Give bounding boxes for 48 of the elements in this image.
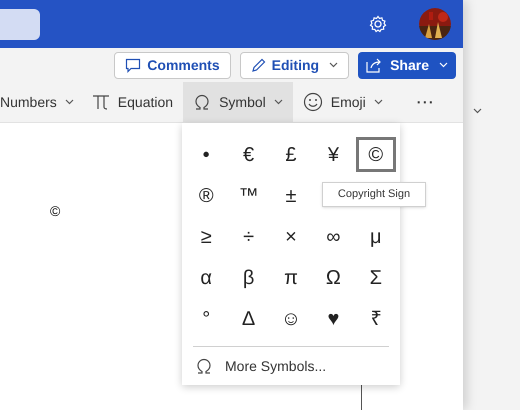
more-options-button[interactable]: ··· xyxy=(406,82,445,122)
pencil-icon xyxy=(250,58,266,72)
smiley-icon xyxy=(302,92,323,112)
symbol-item[interactable]: © xyxy=(356,137,396,172)
ribbon-button[interactable]: Numbers xyxy=(0,82,82,122)
chevron-down-icon xyxy=(439,62,448,68)
tooltip: Copyright Sign xyxy=(322,182,426,207)
comment-icon xyxy=(125,58,142,72)
ribbon-button[interactable]: Equation xyxy=(82,82,184,122)
chevron-down-icon xyxy=(374,99,383,105)
symbol-item[interactable]: ™ xyxy=(228,178,269,213)
settings-icon[interactable] xyxy=(369,15,387,33)
more-symbols-button[interactable]: More Symbols... xyxy=(185,347,397,385)
chevron-down-icon xyxy=(472,108,482,114)
symbol-item[interactable]: π xyxy=(270,260,311,295)
ribbon-button[interactable]: Emoji xyxy=(292,82,393,122)
symbol-item[interactable]: ÷ xyxy=(228,219,269,254)
symbol-item[interactable]: ☺ xyxy=(270,301,311,336)
symbol-item[interactable]: μ xyxy=(356,219,396,254)
comments-button[interactable]: Comments xyxy=(114,52,231,78)
symbol-item[interactable]: £ xyxy=(270,137,311,172)
symbol-item[interactable]: ∞ xyxy=(313,219,354,254)
symbol-item[interactable]: • xyxy=(186,137,226,172)
symbol-item[interactable]: € xyxy=(228,137,269,172)
pi-icon xyxy=(92,94,110,110)
symbol-item[interactable]: β xyxy=(228,260,269,295)
symbol-item[interactable]: ° xyxy=(186,301,226,336)
chevron-down-icon xyxy=(64,99,74,105)
symbol-item[interactable]: ¥ xyxy=(313,137,354,172)
omega-icon xyxy=(193,93,212,111)
share-button[interactable]: Share xyxy=(358,52,456,78)
symbol-item[interactable]: ± xyxy=(270,178,311,213)
editing-button[interactable]: Editing xyxy=(240,52,350,78)
symbol-item[interactable]: Σ xyxy=(356,260,396,295)
omega-icon xyxy=(195,357,213,375)
symbol-item[interactable]: × xyxy=(270,219,311,254)
symbol-item[interactable]: α xyxy=(186,260,226,295)
symbol-item[interactable]: ♥ xyxy=(313,301,354,336)
symbol-item[interactable]: ≥ xyxy=(186,219,226,254)
search-field[interactable] xyxy=(0,8,40,40)
document-text: © xyxy=(50,202,60,221)
ribbon-button[interactable]: Symbol xyxy=(183,82,293,122)
chevron-down-icon xyxy=(274,99,283,105)
chevron-down-icon xyxy=(329,62,338,68)
symbol-item[interactable]: Δ xyxy=(228,301,269,336)
symbol-item[interactable]: Ω xyxy=(313,260,354,295)
symbol-item[interactable]: ® xyxy=(186,178,226,213)
symbol-item[interactable]: ₹ xyxy=(356,301,396,336)
